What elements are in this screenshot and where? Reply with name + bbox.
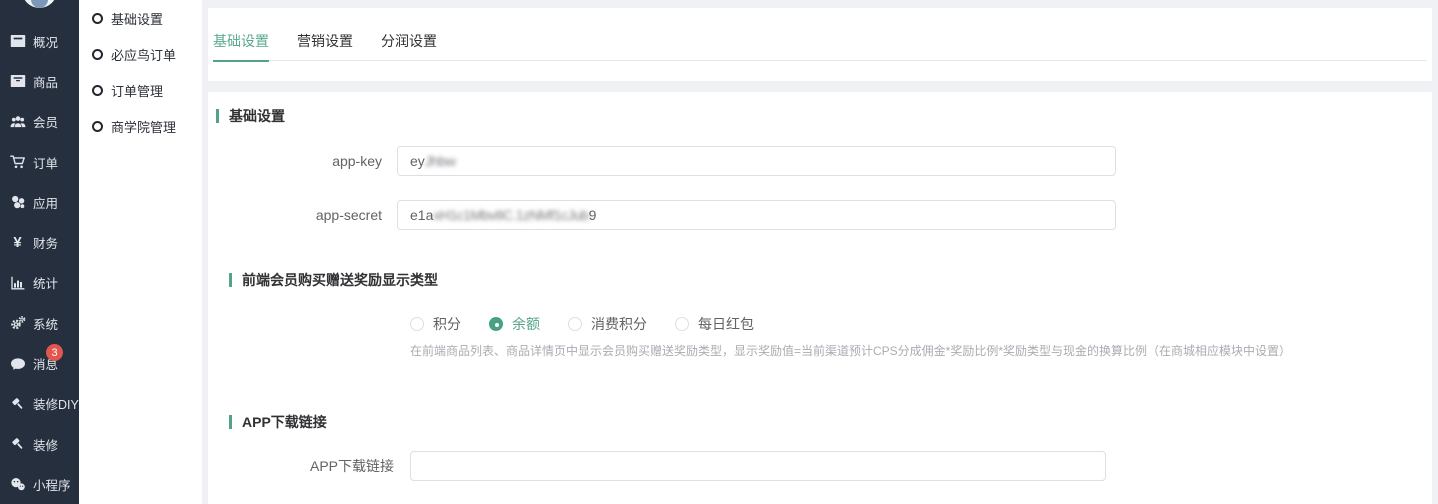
tab-strip: 基础设置 营销设置 分润设置 (213, 33, 1427, 61)
app-link-label: APP下载链接 (229, 456, 394, 476)
main-content: 基础设置 营销设置 分润设置 基础设置 app-key eyJhbw app-s… (202, 0, 1438, 504)
reward-type-radio-group: 积分 余额 消费积分 每日红包 (410, 314, 1424, 334)
finance-yen-icon: ¥ (9, 234, 26, 251)
sidebar-item-label: 统计 (33, 273, 58, 292)
radio-circle-icon (675, 317, 689, 331)
app-link-input[interactable] (410, 451, 1106, 481)
submenu-item-label: 必应鸟订单 (111, 45, 176, 64)
user-avatar-image (31, 0, 48, 8)
sidebar-item-decorate-diy[interactable]: 装修DIY (0, 384, 79, 424)
user-avatar[interactable] (22, 0, 57, 8)
section-title: 前端会员购买赠送奖励显示类型 (242, 272, 438, 288)
sidebar-item-members[interactable]: 会员 (0, 102, 79, 142)
orders-cart-icon (9, 154, 26, 171)
basic-settings-form: app-key eyJhbw app-secret e1axH1c1Mbv8C.… (216, 146, 1424, 230)
members-icon (9, 113, 26, 130)
app-secret-value-suffix: 9 (589, 207, 597, 223)
sidebar-nav: 概况 商品 会员 订单 应用 ¥ 财务 (0, 21, 79, 504)
submenu-item-bingbird-orders[interactable]: 必应鸟订单 (79, 36, 202, 72)
tab-basic-settings[interactable]: 基础设置 (213, 33, 269, 61)
section-header-basic: 基础设置 (216, 108, 1424, 124)
section-title: APP下载链接 (242, 414, 327, 430)
circle-bullet-icon (92, 49, 103, 60)
sidebar-item-label: 订单 (33, 153, 58, 172)
radio-circle-icon (568, 317, 582, 331)
radio-balance[interactable]: 余额 (489, 314, 540, 334)
tab-marketing-settings[interactable]: 营销设置 (297, 33, 353, 61)
app-key-value-prefix: ey (410, 153, 425, 169)
green-bar-icon (229, 415, 232, 429)
app-secret-input[interactable]: e1axH1c1Mbv8C.1zNMf1cJub9 (397, 200, 1116, 230)
app-key-value-masked: Jhbw (425, 153, 456, 169)
sidebar-item-messages[interactable]: 消息 3 (0, 343, 79, 383)
app-secret-row: app-secret e1axH1c1Mbv8C.1zNMf1cJub9 (216, 200, 1424, 230)
submenu-item-label: 商学院管理 (111, 117, 176, 136)
app-key-label: app-key (216, 153, 382, 169)
submenu-item-academy-management[interactable]: 商学院管理 (79, 109, 202, 145)
section-header-app-link: APP下载链接 (229, 414, 1424, 430)
submenu-item-order-management[interactable]: 订单管理 (79, 72, 202, 108)
radio-consume-points[interactable]: 消费积分 (568, 314, 647, 334)
settings-card: 基础设置 app-key eyJhbw app-secret e1axH1c1M… (208, 92, 1432, 504)
submenu-item-basic-settings[interactable]: 基础设置 (79, 0, 202, 36)
sidebar-item-goods[interactable]: 商品 (0, 61, 79, 101)
miniprogram-icon (9, 476, 26, 493)
section-title: 基础设置 (229, 108, 285, 124)
sidebar-item-decorate[interactable]: 装修 (0, 424, 79, 464)
reward-display-section: 前端会员购买赠送奖励显示类型 积分 余额 消费积分 (229, 272, 1424, 359)
app-secret-label: app-secret (216, 207, 382, 223)
app-link-row: APP下载链接 (229, 451, 1424, 481)
sidebar-item-label: 商品 (33, 72, 58, 91)
message-bubble-icon (9, 355, 26, 372)
sidebar-item-system[interactable]: 系统 (0, 303, 79, 343)
radio-daily-redpacket[interactable]: 每日红包 (675, 314, 754, 334)
sidebar-item-stats[interactable]: 统计 (0, 263, 79, 303)
sidebar-item-label: 应用 (33, 193, 58, 212)
app-link-section: APP下载链接 APP下载链接 (229, 414, 1424, 481)
radio-points[interactable]: 积分 (410, 314, 461, 334)
submenu-item-label: 基础设置 (111, 9, 163, 28)
radio-circle-icon (410, 317, 424, 331)
submenu-list: 基础设置 必应鸟订单 订单管理 商学院管理 (79, 0, 202, 145)
sidebar-item-label: 装修DIY (33, 394, 79, 413)
main-sidebar: 概况 商品 会员 订单 应用 ¥ 财务 (0, 0, 79, 504)
app-key-row: app-key eyJhbw (216, 146, 1424, 176)
sidebar-item-label: 小程序 (33, 475, 71, 494)
app-secret-value-prefix: e1a (410, 207, 433, 223)
sidebar-item-label: 会员 (33, 112, 58, 131)
sidebar-item-label: 财务 (33, 233, 58, 252)
app-secret-value-masked: xH1c1Mbv8C.1zNMf1cJub (433, 207, 588, 223)
app-key-input[interactable]: eyJhbw (397, 146, 1116, 176)
circle-bullet-icon (92, 121, 103, 132)
system-gears-icon (9, 315, 26, 332)
green-bar-icon (216, 109, 219, 123)
message-count-badge: 3 (46, 344, 63, 361)
sidebar-item-miniprogram[interactable]: 小程序 (0, 464, 79, 504)
sidebar-item-overview[interactable]: 概况 (0, 21, 79, 61)
decorate-hammer-icon (9, 395, 26, 412)
overview-icon (9, 33, 26, 50)
green-bar-icon (229, 273, 232, 287)
circle-bullet-icon (92, 85, 103, 96)
circle-bullet-icon (92, 13, 103, 24)
sidebar-item-label: 系统 (33, 314, 58, 333)
sidebar-item-label: 装修 (33, 435, 58, 454)
reward-help-text: 在前端商品列表、商品详情页中显示会员购买赠送奖励类型，显示奖励值=当前渠道预计C… (410, 342, 1424, 359)
submenu-item-label: 订单管理 (111, 81, 163, 100)
sidebar-item-label: 概况 (33, 32, 58, 51)
stats-chart-icon (9, 274, 26, 291)
sidebar-item-apps[interactable]: 应用 (0, 182, 79, 222)
tab-profit-settings[interactable]: 分润设置 (381, 33, 437, 61)
sidebar-item-orders[interactable]: 订单 (0, 142, 79, 182)
tabs-card: 基础设置 营销设置 分润设置 (208, 8, 1432, 81)
decorate-hammer-icon (9, 436, 26, 453)
goods-icon (9, 73, 26, 90)
radio-circle-selected-icon (489, 317, 503, 331)
section-header-reward: 前端会员购买赠送奖励显示类型 (229, 272, 1424, 288)
apps-icon (9, 194, 26, 211)
sidebar-item-finance[interactable]: ¥ 财务 (0, 222, 79, 262)
reward-display-body: 积分 余额 消费积分 每日红包 在前端商品列表、商品详情页中显 (410, 314, 1424, 359)
settings-submenu: 基础设置 必应鸟订单 订单管理 商学院管理 (79, 0, 202, 504)
